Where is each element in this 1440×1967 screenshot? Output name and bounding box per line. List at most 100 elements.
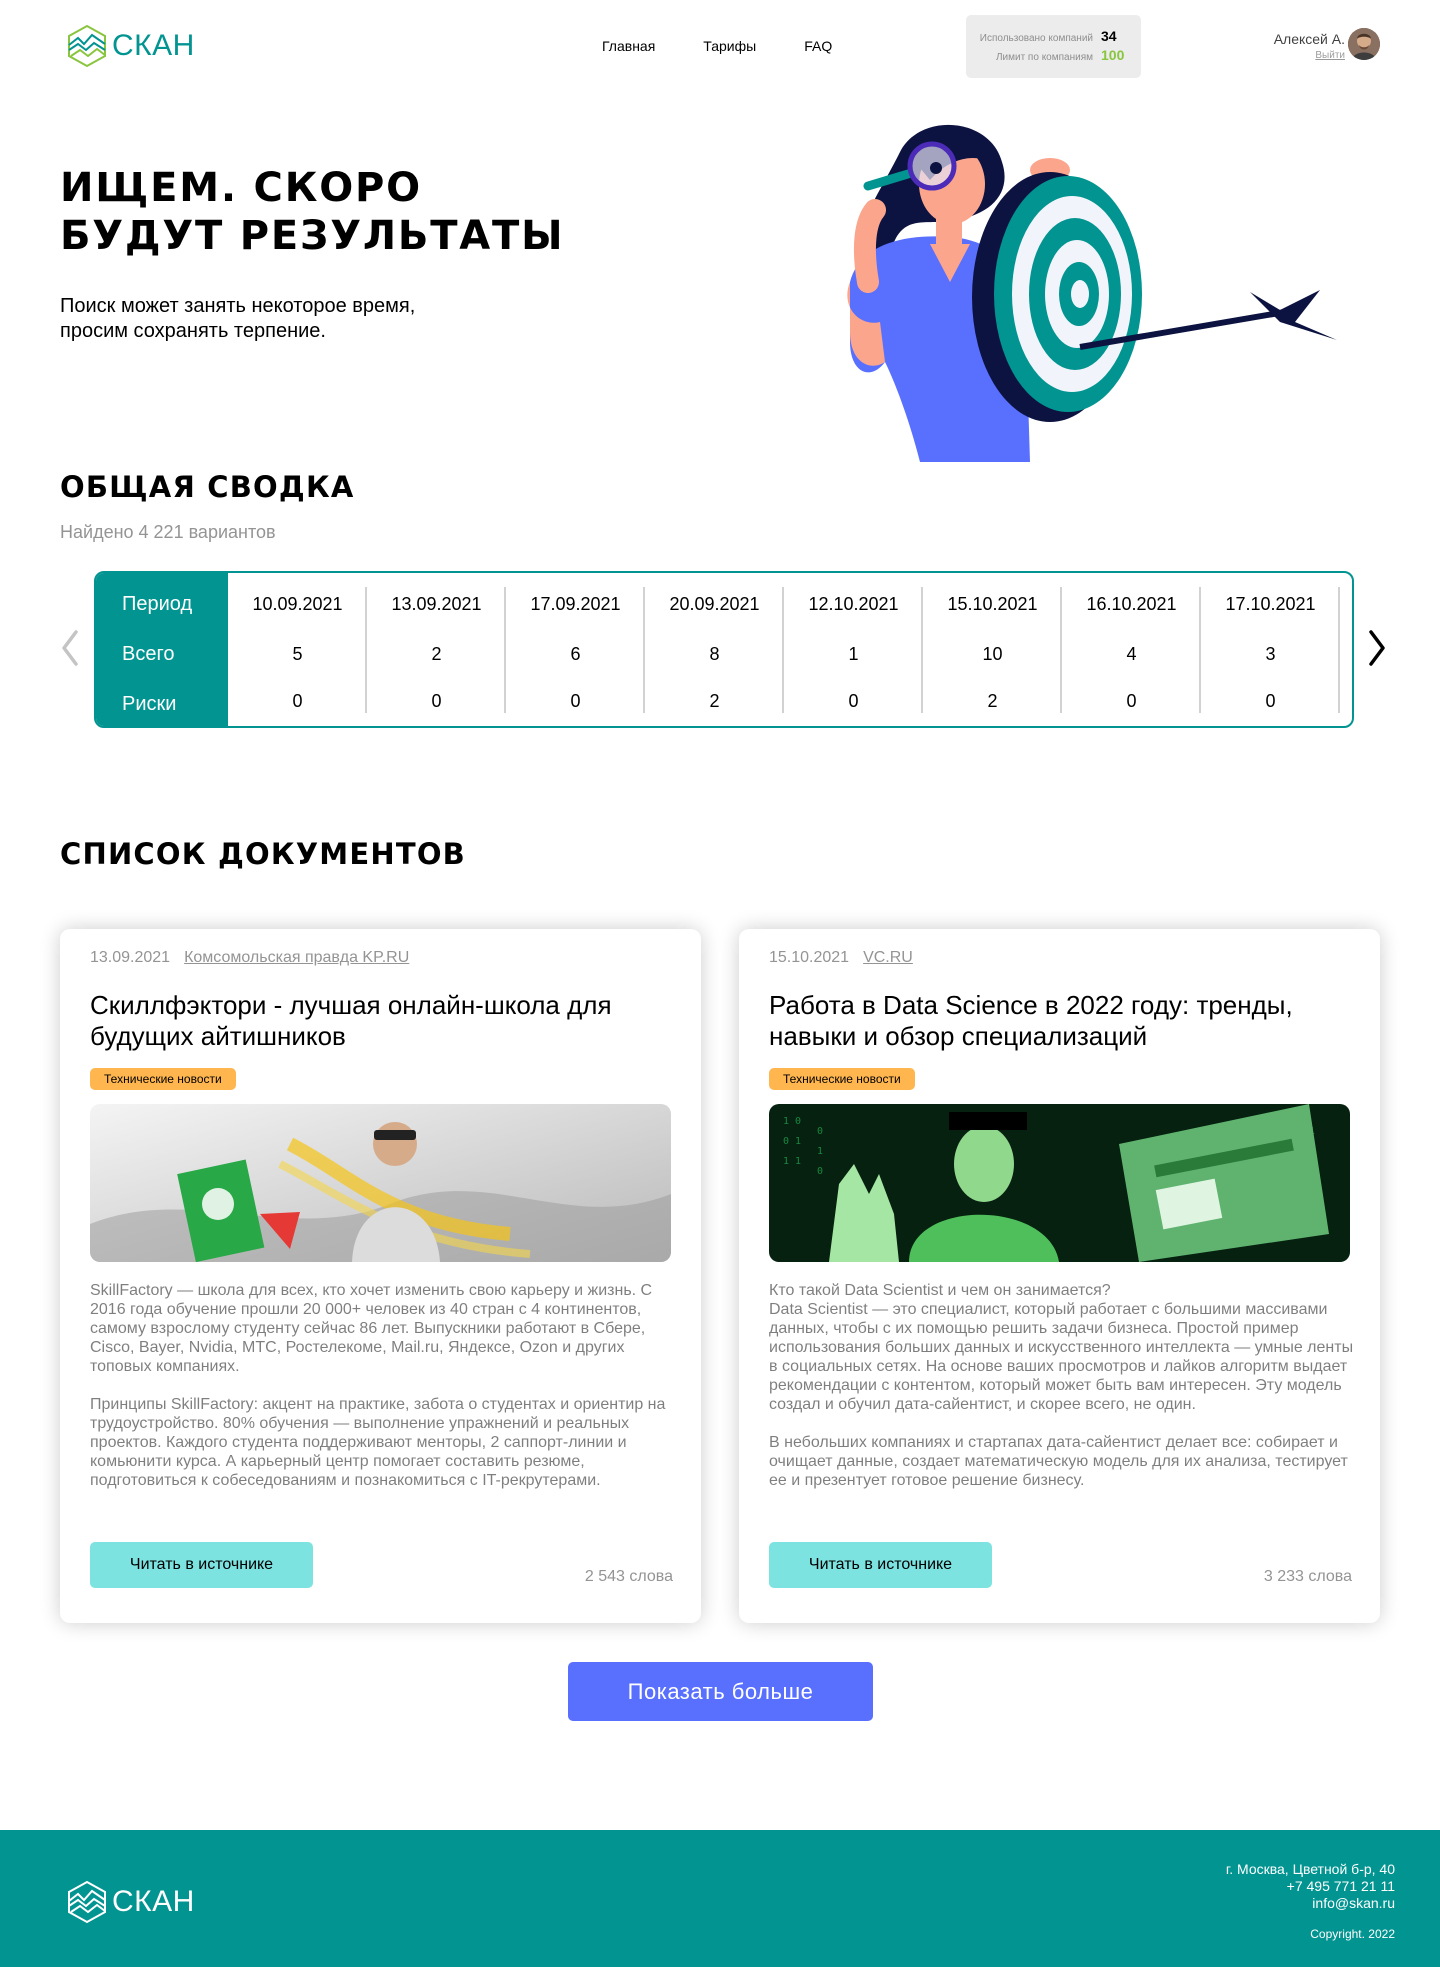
site-header: СКАН Главная Тарифы FAQ Использовано ком… xyxy=(0,0,1440,93)
page-subtitle: Поиск может занять некоторое время, прос… xyxy=(60,294,500,344)
page-subtitle-line-1: Поиск может занять некоторое время, xyxy=(60,295,416,317)
period-date: 15.10.2021 xyxy=(947,594,1038,614)
usage-limits-panel: Использовано компаний 34 Лимит по компан… xyxy=(966,15,1141,78)
risks-value: 0 xyxy=(1126,691,1137,711)
results-count: Найдено 4 221 вариантов xyxy=(60,522,276,542)
page-title-line-1: Ищем. Скоро xyxy=(60,165,422,211)
total-value: 5 xyxy=(292,644,303,664)
word-count: 3 233 слова xyxy=(1263,1568,1352,1585)
chevron-right-icon[interactable] xyxy=(1366,628,1388,668)
period-date: 12.10.2021 xyxy=(808,594,899,614)
email: info@skan.ru xyxy=(1312,1895,1395,1911)
phone: +7 495 771 21 11 xyxy=(1286,1878,1395,1894)
total-value: 8 xyxy=(709,644,720,664)
document-date: 13.09.2021 xyxy=(90,949,171,966)
nav-link-home[interactable]: Главная xyxy=(602,38,655,54)
summary-column: 12.10.2021 1 0 xyxy=(784,573,923,726)
summary-columns: 10.09.2021 5 0 13.09.2021 2 0 17.09.2021… xyxy=(228,573,1340,726)
avatar[interactable] xyxy=(1348,28,1380,60)
summary-column: 17.09.2021 6 0 xyxy=(506,573,645,726)
summary-title: Общая сводка xyxy=(60,470,355,504)
summary-column: 17.10.2021 3 0 xyxy=(1201,573,1340,726)
document-image: 1 00 11 1 010 1 0 00 1 01 0 1 101 xyxy=(769,1104,1350,1262)
read-source-button[interactable]: Читать в источнике xyxy=(90,1542,313,1588)
document-tag: Технические новости xyxy=(90,1068,236,1090)
document-title: Скиллфэктори - лучшая онлайн-школа для б… xyxy=(90,990,612,1051)
document-text: Кто такой Data Scientist и чем он занима… xyxy=(769,1282,1354,1489)
document-source-link[interactable]: VC.RU xyxy=(863,949,913,967)
footer-logo[interactable]: СКАН xyxy=(64,1876,195,1928)
row-label-risks: Риски xyxy=(122,693,177,715)
logout-link[interactable]: Выйти xyxy=(1315,50,1345,61)
document-source-link[interactable]: Комсомольская правда KP.RU xyxy=(184,949,409,967)
logo-text: СКАН xyxy=(112,29,195,62)
logo-icon xyxy=(68,24,106,68)
summary-column: 15.10.2021 10 2 xyxy=(923,573,1062,726)
total-value: 6 xyxy=(570,644,581,664)
document-text: SkillFactory — школа для всех, кто хочет… xyxy=(90,1282,666,1489)
period-date: 16.10.2021 xyxy=(1086,594,1177,614)
svg-text:0: 0 xyxy=(817,1166,823,1177)
document-tag: Технические новости xyxy=(769,1068,915,1090)
total-value: 4 xyxy=(1126,644,1137,664)
risks-value: 2 xyxy=(987,691,998,711)
period-date: 10.09.2021 xyxy=(252,594,343,614)
svg-text:0: 0 xyxy=(817,1126,823,1137)
summary-table-header: Период Всего Риски xyxy=(96,573,228,726)
company-limit-value: 100 xyxy=(1101,47,1125,63)
document-title: Работа в Data Science в 2022 году: тренд… xyxy=(769,990,1293,1051)
document-meta: 15.10.2021 VC.RU xyxy=(769,949,913,967)
risks-value: 0 xyxy=(570,691,581,711)
used-companies-label: Использовано компаний xyxy=(979,33,1093,44)
company-limit-row: Лимит по компаниям 100 xyxy=(966,47,1141,66)
summary-column: 10.09.2021 5 0 xyxy=(228,573,367,726)
summary-column: 20.09.2021 8 2 xyxy=(645,573,784,726)
document-card: 13.09.2021 Комсомольская правда KP.RU Ск… xyxy=(60,929,701,1623)
svg-text:0 1: 0 1 xyxy=(783,1136,801,1147)
period-date: 13.09.2021 xyxy=(391,594,482,614)
nav-link-faq[interactable]: FAQ xyxy=(804,38,832,54)
document-card: 15.10.2021 VC.RU Работа в Data Science в… xyxy=(739,929,1380,1623)
summary-column: 16.10.2021 4 0 xyxy=(1062,573,1201,726)
svg-text:1 1: 1 1 xyxy=(783,1156,801,1167)
read-source-button[interactable]: Читать в источнике xyxy=(769,1542,992,1588)
risks-value: 0 xyxy=(848,691,859,711)
used-companies-row: Использовано компаний 34 xyxy=(966,28,1141,47)
page-title-line-2: будут результаты xyxy=(60,213,565,259)
risks-value: 0 xyxy=(431,691,442,711)
svg-text:1 0: 1 0 xyxy=(783,1116,801,1127)
user-panel: Алексей А. Выйти xyxy=(1240,28,1380,64)
documents-title: Список документов xyxy=(60,837,466,871)
svg-text:1: 1 xyxy=(817,1146,823,1157)
document-meta: 13.09.2021 Комсомольская правда KP.RU xyxy=(90,949,409,967)
used-companies-value: 34 xyxy=(1101,28,1117,44)
main-nav: Главная Тарифы FAQ xyxy=(602,38,832,54)
total-value: 1 xyxy=(848,644,859,664)
page-subtitle-line-2: просим сохранять терпение. xyxy=(60,320,326,342)
summary-table: Период Всего Риски 10.09.2021 5 0 13.09.… xyxy=(94,571,1354,728)
header-logo[interactable]: СКАН xyxy=(64,20,195,72)
summary-column: 13.09.2021 2 0 xyxy=(367,573,506,726)
total-value: 10 xyxy=(982,644,1003,664)
row-label-total: Всего xyxy=(122,643,175,665)
risks-value: 2 xyxy=(709,691,720,711)
logo-text: СКАН xyxy=(112,1885,195,1918)
nav-link-tariffs[interactable]: Тарифы xyxy=(703,38,756,54)
document-date: 15.10.2021 xyxy=(769,949,850,966)
chevron-left-icon[interactable] xyxy=(59,628,81,668)
user-name: Алексей А. xyxy=(1273,31,1345,47)
woman-with-target-illustration xyxy=(847,124,1337,462)
document-image xyxy=(90,1104,671,1262)
period-date: 17.10.2021 xyxy=(1225,594,1316,614)
page-title: Ищем. Скоро будут результаты xyxy=(60,164,620,260)
period-date: 17.09.2021 xyxy=(530,594,621,614)
address: г. Москва, Цветной б-р, 40 xyxy=(1225,1861,1395,1877)
risks-value: 0 xyxy=(1265,691,1276,711)
contact-info: г. Москва, Цветной б-р, 40 +7 495 771 21… xyxy=(1226,1861,1395,1912)
word-count: 2 543 слова xyxy=(584,1568,673,1585)
company-limit-label: Лимит по компаниям xyxy=(995,52,1093,63)
risks-value: 0 xyxy=(292,691,303,711)
site-footer: СКАН г. Москва, Цветной б-р, 40 +7 495 7… xyxy=(0,1830,1440,1967)
row-label-period: Период xyxy=(122,593,193,615)
show-more-button[interactable]: Показать больше xyxy=(568,1662,873,1721)
